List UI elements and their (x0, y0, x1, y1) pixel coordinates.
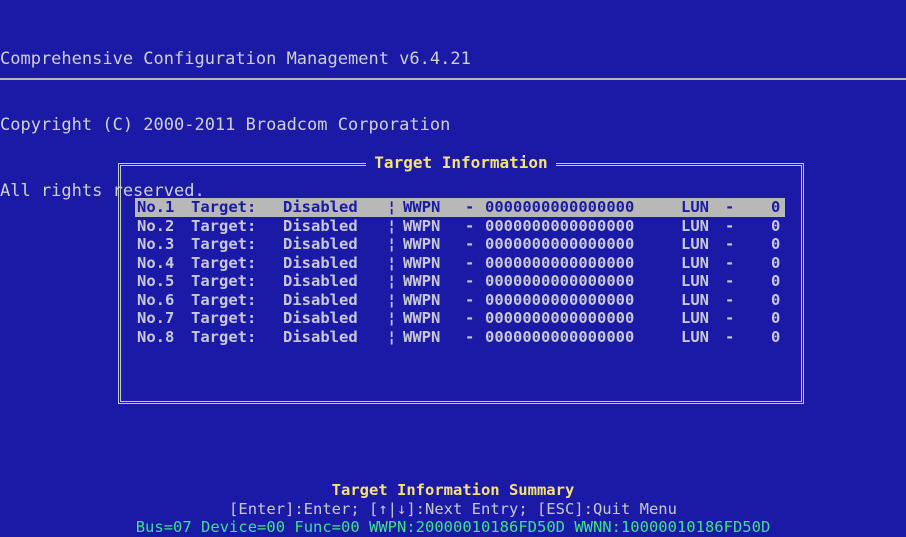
target-label: Target: (191, 216, 257, 235)
target-label: Target: (191, 309, 257, 327)
wwpn-dash: - (465, 309, 475, 327)
app-title: Comprehensive Configuration Management v… (0, 49, 471, 69)
wwpn-dash: - (465, 216, 475, 235)
target-number: No.4 (137, 253, 175, 272)
wwpn-label: WWPN (403, 272, 441, 290)
wwpn-value: 0000000000000000 (485, 290, 635, 309)
target-information-dialog: Target Information No.1 Target: Disabled ¦ W… (118, 153, 804, 404)
lun-value: 0 (771, 327, 781, 346)
lun-label: LUN (681, 272, 709, 290)
column-separator: ¦ (387, 327, 397, 346)
target-label: Target: (191, 253, 257, 272)
lun-label: LUN (681, 198, 709, 216)
wwpn-label: WWPN (403, 290, 441, 309)
lun-dash: - (725, 290, 735, 309)
copyright-line: Copyright (C) 2000-2011 Broadcom Corpora… (0, 115, 451, 135)
wwpn-dash: - (465, 272, 475, 290)
lun-value: 0 (771, 290, 781, 309)
target-row[interactable]: No.4 Target: Disabled ¦ WWPN -000000000000000… (135, 254, 785, 273)
lun-label: LUN (681, 235, 709, 253)
target-label: Target: (191, 235, 257, 253)
column-separator: ¦ (387, 309, 397, 327)
column-separator: ¦ (387, 198, 397, 216)
target-status: Disabled (283, 327, 358, 346)
column-separator: ¦ (387, 290, 397, 309)
wwpn-label: WWPN (403, 216, 441, 235)
target-label: Target: (191, 290, 257, 309)
wwpn-value: 0000000000000000 (485, 309, 635, 327)
wwpn-label: WWPN (403, 235, 441, 253)
target-number: No.2 (137, 216, 175, 235)
target-label: Target: (191, 272, 257, 290)
column-separator: ¦ (387, 216, 397, 235)
target-row[interactable]: No.2 Target: Disabled ¦ WWPN -000000000000000… (135, 217, 785, 236)
lun-value: 0 (771, 216, 781, 235)
lun-value: 0 (771, 198, 781, 216)
wwpn-label: WWPN (403, 253, 441, 272)
wwpn-value: 0000000000000000 (485, 327, 635, 346)
lun-value: 0 (771, 253, 781, 272)
target-label: Target: (191, 327, 257, 346)
lun-label: LUN (681, 327, 709, 346)
summary-title: Target Information Summary (331, 481, 575, 499)
lun-dash: - (725, 235, 735, 253)
device-info: Bus=07 Device=00 Func=00 WWPN:2000001018… (135, 518, 771, 536)
lun-value: 0 (771, 309, 781, 327)
wwpn-dash: - (465, 235, 475, 253)
target-row[interactable]: No.6 Target: Disabled ¦ WWPN -000000000000000… (135, 291, 785, 310)
target-label: Target: (191, 198, 257, 216)
target-list: No.1 Target: Disabled ¦ WWPN -000000000000000… (135, 198, 785, 346)
wwpn-value: 0000000000000000 (485, 216, 635, 235)
lun-dash: - (725, 253, 735, 272)
wwpn-value: 0000000000000000 (485, 253, 635, 272)
wwpn-label: WWPN (403, 309, 441, 327)
wwpn-dash: - (465, 198, 475, 216)
wwpn-dash: - (465, 327, 475, 346)
target-row[interactable]: No.7 Target: Disabled ¦ WWPN -000000000000000… (135, 309, 785, 328)
target-row[interactable]: No.5 Target: Disabled ¦ WWPN -000000000000000… (135, 272, 785, 291)
wwpn-dash: - (465, 253, 475, 272)
lun-label: LUN (681, 216, 709, 235)
target-number: No.3 (137, 235, 175, 253)
target-status: Disabled (283, 253, 358, 272)
lun-label: LUN (681, 290, 709, 309)
wwpn-value: 0000000000000000 (485, 272, 635, 290)
lun-label: LUN (681, 309, 709, 327)
lun-dash: - (725, 216, 735, 235)
lun-dash: - (725, 327, 735, 346)
lun-dash: - (725, 309, 735, 327)
wwpn-label: WWPN (403, 198, 441, 216)
wwpn-value: 0000000000000000 (485, 235, 635, 253)
target-row[interactable]: No.1 Target: Disabled ¦ WWPN -000000000000000… (135, 198, 785, 217)
header-divider (0, 78, 906, 80)
target-status: Disabled (283, 272, 358, 290)
column-separator: ¦ (387, 253, 397, 272)
target-number: No.6 (137, 290, 175, 309)
lun-value: 0 (771, 272, 781, 290)
target-number: No.8 (137, 327, 175, 346)
target-status: Disabled (283, 290, 358, 309)
target-status: Disabled (283, 235, 358, 253)
wwpn-value: 0000000000000000 (485, 198, 635, 216)
target-number: No.7 (137, 309, 175, 327)
target-row[interactable]: No.3 Target: Disabled ¦ WWPN -000000000000000… (135, 235, 785, 254)
key-help: [Enter]:Enter; [↑|↓]:Next Entry; [ESC]:Q… (229, 500, 677, 518)
wwpn-dash: - (465, 290, 475, 309)
wwpn-label: WWPN (403, 327, 441, 346)
lun-dash: - (725, 198, 735, 216)
target-status: Disabled (283, 309, 358, 327)
dialog-title-text: Target Information (366, 153, 556, 172)
target-number: No.1 (137, 198, 175, 216)
target-status: Disabled (283, 198, 358, 216)
target-status: Disabled (283, 216, 358, 235)
column-separator: ¦ (387, 235, 397, 253)
lun-dash: - (725, 272, 735, 290)
dialog-title: Target Information (121, 153, 801, 173)
column-separator: ¦ (387, 272, 397, 290)
target-number: No.5 (137, 272, 175, 290)
target-row[interactable]: No.8 Target: Disabled ¦ WWPN -000000000000000… (135, 328, 785, 347)
lun-value: 0 (771, 235, 781, 253)
lun-label: LUN (681, 253, 709, 272)
